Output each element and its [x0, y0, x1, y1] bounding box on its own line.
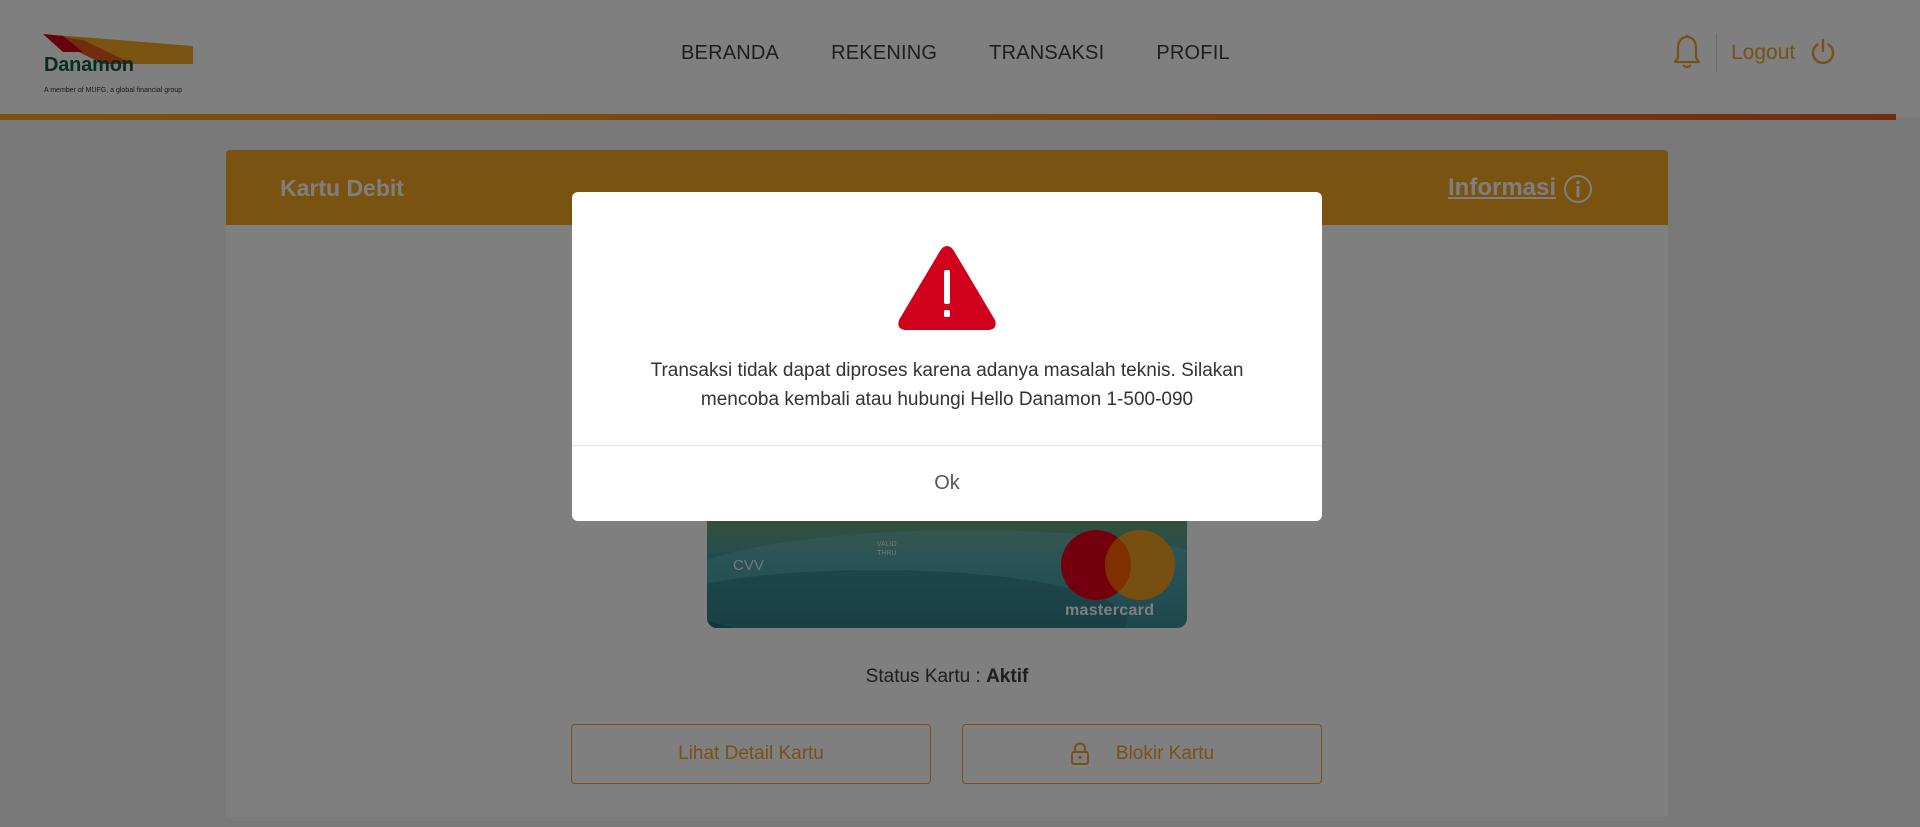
- ok-button-label: Ok: [934, 472, 960, 494]
- ok-button[interactable]: Ok: [572, 446, 1322, 521]
- warning-icon: [898, 246, 996, 330]
- error-dialog: Transaksi tidak dapat diproses karena ad…: [572, 192, 1322, 521]
- error-message: Transaksi tidak dapat diproses karena ad…: [650, 360, 1244, 410]
